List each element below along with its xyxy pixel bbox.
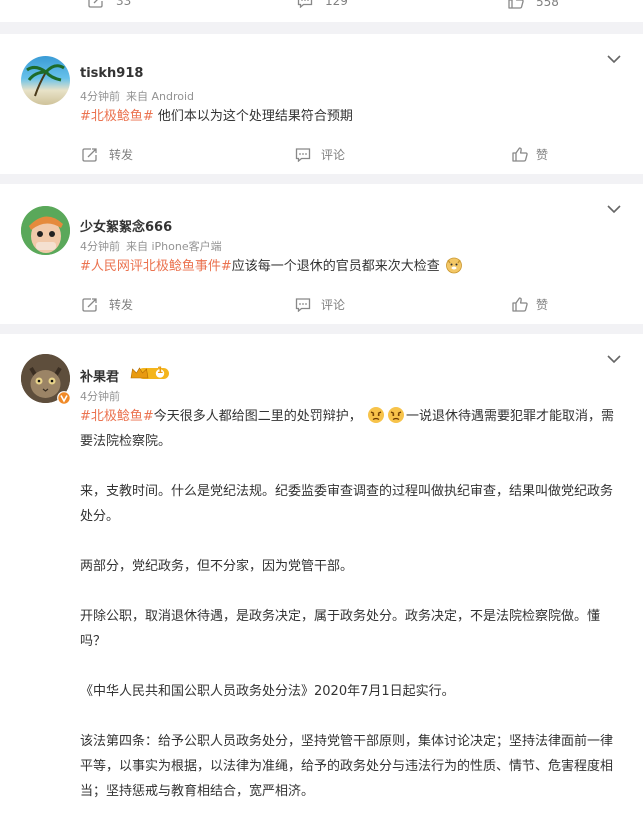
post-time: 4分钟前 — [80, 390, 120, 403]
repost-button[interactable]: 转发 — [82, 146, 133, 163]
like-label: 赞 — [536, 148, 549, 162]
post-text: #北极鲶鱼# 他们本以为这个处理结果符合预期 — [80, 104, 621, 129]
user-photo-image — [21, 206, 70, 255]
post-body-head: 今天很多人都给图二里的处罚辩护， — [153, 409, 362, 424]
previous-post-card: 33 129 558 — [0, 0, 643, 22]
post-time: 4分钟前 — [80, 90, 120, 103]
post-source: 来自 iPhone客户端 — [126, 240, 222, 253]
comment-button[interactable]: 评论 — [295, 296, 345, 313]
chevron-down-icon[interactable] — [607, 205, 621, 214]
comment-label: 评论 — [321, 148, 346, 162]
repost-icon — [88, 0, 103, 8]
comment-card: 少女絮絮念666 4分钟前 来自 iPhone客户端 #人民网评北极鲶鱼事件#应该… — [0, 184, 643, 324]
repost-button[interactable]: 转发 — [82, 296, 133, 313]
doge-emoji-icon — [446, 257, 462, 274]
post-card: 补果君 1 4分钟前 #北极鲶鱼#今天很多人都给图二里的处罚辩护， 一说退休待遇… — [0, 334, 643, 826]
repost-count: 33 — [116, 0, 132, 8]
comment-icon — [297, 0, 313, 8]
verified-badge-icon — [57, 391, 71, 405]
like-button[interactable]: 558 — [508, 0, 559, 9]
post-actions: 转发 评论 赞 — [0, 290, 643, 320]
comment-count: 129 — [325, 0, 348, 8]
post-meta: 4分钟前 来自 Android — [80, 88, 194, 104]
angry-face-emoji-icon — [367, 407, 384, 423]
repost-button[interactable]: 33 — [88, 0, 131, 8]
like-label: 赞 — [536, 298, 549, 312]
repost-icon — [82, 297, 97, 312]
post-body: 他们本以为这个处理结果符合预期 — [153, 109, 353, 124]
comment-icon — [295, 297, 311, 312]
post-paragraph: 来，支教时间。什么是党纪法规。纪委监委审查调查的过程叫做执纪审查，结果叫做党纪政… — [80, 484, 614, 524]
comment-label: 评论 — [321, 298, 346, 312]
avatar[interactable] — [21, 56, 70, 105]
chevron-down-icon[interactable] — [607, 55, 621, 64]
like-button[interactable]: 赞 — [512, 296, 548, 313]
crown-badge-icon[interactable]: 1 — [130, 366, 170, 381]
repost-label: 转发 — [109, 298, 134, 312]
hashtag-link[interactable]: #北极鲶鱼# — [80, 109, 154, 124]
badge-level: 1 — [157, 366, 164, 376]
comment-card: tiskh918 4分钟前 来自 Android #北极鲶鱼# 他们本以为这个处理… — [0, 34, 643, 174]
like-icon — [512, 147, 528, 162]
like-icon — [512, 297, 528, 312]
post-text: #北极鲶鱼#今天很多人都给图二里的处罚辩护， 一说退休待遇需要犯罪才能取消，需要… — [80, 404, 621, 804]
post-text: #人民网评北极鲶鱼事件#应该每一个退休的官员都来次大检查 — [80, 254, 621, 279]
post-body: 应该每一个退休的官员都来次大检查 — [231, 259, 440, 274]
post-time: 4分钟前 — [80, 240, 120, 253]
palm-tree-image — [26, 64, 65, 97]
username[interactable]: 补果君 — [80, 366, 119, 385]
post-first-paragraph: #北极鲶鱼#今天很多人都给图二里的处罚辩护， 一说退休待遇需要犯罪才能取消，需要… — [80, 404, 621, 454]
post-meta: 4分钟前 — [80, 388, 120, 404]
post-source: 来自 Android — [126, 90, 195, 103]
repost-label: 转发 — [109, 148, 134, 162]
repost-icon — [82, 147, 97, 162]
username[interactable]: 少女絮絮念666 — [80, 216, 172, 235]
username[interactable]: tiskh918 — [80, 66, 143, 81]
post-actions: 转发 评论 赞 — [0, 140, 643, 170]
post-paragraph: 开除公职，取消退休待遇，是政务决定，属于政务处分。政务决定，不是法院检察院做。懂… — [80, 609, 601, 649]
like-button[interactable]: 赞 — [512, 146, 548, 163]
like-icon — [508, 0, 524, 9]
avatar[interactable] — [21, 206, 70, 255]
angry-face-emoji-icon — [387, 407, 404, 423]
hashtag-link[interactable]: #人民网评北极鲶鱼事件# — [80, 259, 232, 274]
post-paragraph: 两部分，党纪政务，但不分家，因为党管干部。 — [80, 559, 354, 574]
post-paragraph: 该法第四条：给予公职人员政务处分，坚持党管干部原则，集体讨论决定；坚持法律面前一… — [80, 734, 614, 799]
hashtag-link[interactable]: #北极鲶鱼# — [80, 409, 154, 424]
comment-button[interactable]: 评论 — [295, 146, 345, 163]
comment-icon — [295, 147, 311, 162]
comment-button[interactable]: 129 — [297, 0, 348, 8]
post-meta: 4分钟前 来自 iPhone客户端 — [80, 238, 222, 254]
post-paragraph: 《中华人民共和国公职人员政务处分法》2020年7月1日起实行。 — [80, 684, 455, 699]
chevron-down-icon[interactable] — [607, 355, 621, 364]
like-count: 558 — [536, 0, 559, 9]
